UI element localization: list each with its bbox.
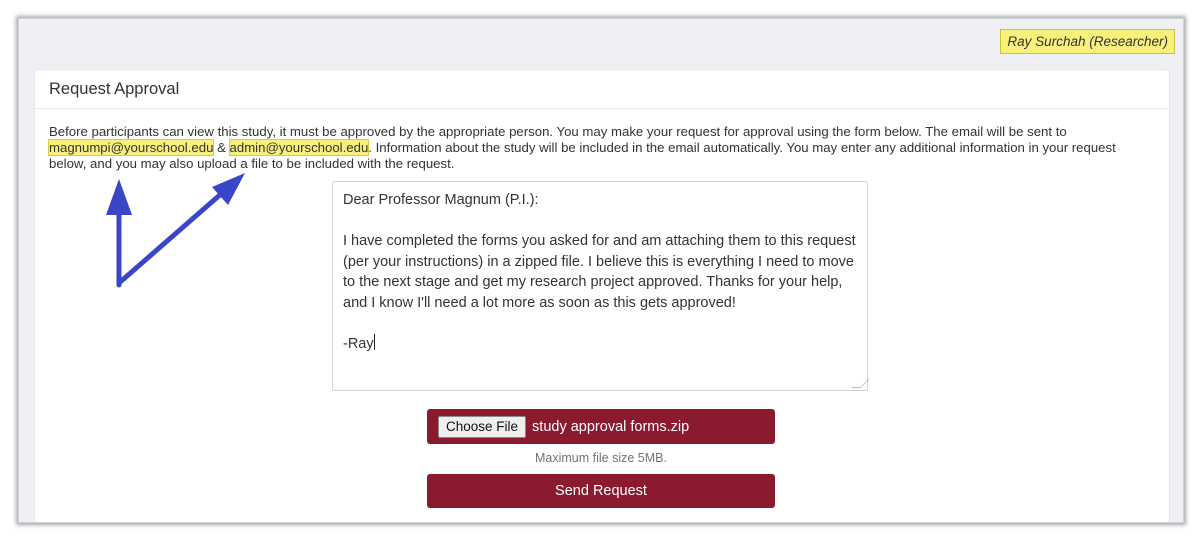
- selected-file-name: study approval forms.zip: [532, 418, 690, 435]
- send-request-button[interactable]: Send Request: [427, 474, 775, 508]
- approver-email-1: magnumpi@yourschool.edu: [47, 139, 215, 156]
- request-message-text: Dear Professor Magnum (P.I.): I have com…: [343, 192, 856, 352]
- file-upload-field[interactable]: Choose File study approval forms.zip: [427, 409, 775, 444]
- intro-ampersand: &: [213, 140, 230, 155]
- choose-file-button[interactable]: Choose File: [438, 415, 527, 438]
- request-message-textarea[interactable]: Dear Professor Magnum (P.I.): I have com…: [332, 181, 870, 391]
- intro-part-1: Before participants can view this study,…: [49, 124, 1067, 139]
- approver-email-2: admin@yourschool.edu: [228, 139, 370, 156]
- request-approval-card: Request Approval Before participants can…: [34, 69, 1170, 522]
- app-window: Ray Surchah (Researcher) Request Approva…: [18, 18, 1184, 523]
- intro-text: Before participants can view this study,…: [47, 124, 1149, 172]
- resize-grip-icon[interactable]: [851, 379, 870, 388]
- card-title: Request Approval: [35, 70, 1169, 109]
- user-name-badge[interactable]: Ray Surchah (Researcher): [1000, 29, 1175, 54]
- text-caret: [373, 333, 375, 350]
- max-file-size-note: Maximum file size 5MB.: [535, 451, 667, 465]
